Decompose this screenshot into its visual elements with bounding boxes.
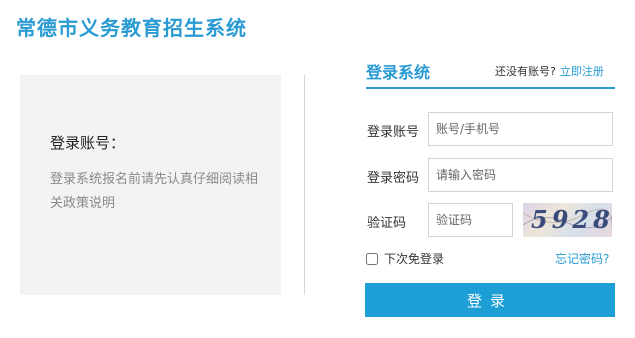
title-underline [366, 87, 615, 89]
captcha-text: 5928 [531, 205, 612, 234]
page-title: 常德市义务教育招生系统 [16, 16, 247, 40]
info-text: 登录系统报名前请先认真仔细阅读相关政策说明 [50, 172, 259, 211]
info-panel: 登录账号： 登录系统报名前请先认真仔细阅读相关政策说明 [20, 75, 281, 295]
divider [304, 75, 305, 295]
forgot-password-link[interactable]: 忘记密码? [555, 250, 609, 267]
captcha-input[interactable] [428, 203, 513, 237]
captcha-image[interactable]: 5928 [523, 203, 612, 237]
register-link[interactable]: 立即注册 [560, 65, 604, 78]
no-account-text: 还没有账号? [495, 65, 556, 78]
password-input[interactable] [428, 158, 613, 192]
no-account-prompt: 还没有账号? 立即注册 [495, 63, 604, 79]
remember-checkbox[interactable] [366, 252, 378, 265]
account-label: 登录账号 [367, 125, 420, 140]
remember-label: 下次免登录 [384, 252, 445, 266]
login-title: 登录系统 [366, 63, 431, 82]
account-input[interactable] [428, 112, 613, 146]
password-label: 登录密码 [367, 171, 420, 186]
info-heading: 登录账号： [50, 134, 126, 152]
login-button[interactable]: 登录 [365, 283, 615, 317]
remember-option[interactable]: 下次免登录 [366, 250, 444, 267]
captcha-label: 验证码 [367, 216, 407, 231]
